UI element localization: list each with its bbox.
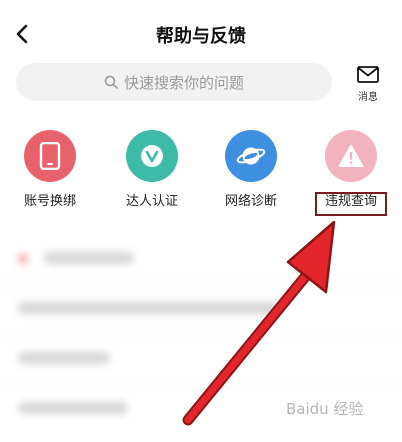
page-title: 帮助与反馈	[156, 26, 246, 47]
planet-icon	[236, 147, 266, 165]
watermark: Baidu 经验	[286, 400, 364, 418]
mail-icon	[357, 66, 379, 83]
entry-icon-circle	[126, 130, 178, 182]
entry-icon-circle	[225, 130, 277, 182]
entry-icon-circle	[325, 130, 377, 182]
search-input[interactable]: 快速搜索你的问题	[16, 63, 332, 101]
search-placeholder: 快速搜索你的问题	[123, 73, 244, 92]
section-dot	[18, 254, 28, 264]
entry-network-diagnosis[interactable]: 网络诊断	[206, 130, 296, 209]
entry-label: 网络诊断	[224, 194, 277, 209]
entry-icon-circle	[24, 130, 76, 182]
divider	[0, 284, 402, 285]
v-badge-icon	[141, 145, 163, 167]
messages-button[interactable]: 消息	[350, 66, 386, 103]
entry-label: 达人认证	[125, 194, 178, 209]
warning-icon	[338, 145, 364, 167]
header: 帮助与反馈	[0, 0, 402, 64]
blurred-row	[18, 302, 280, 314]
search-icon	[104, 75, 118, 89]
entry-label: 账号换绑	[23, 194, 76, 209]
entry-account-rebind[interactable]: 账号换绑	[5, 130, 95, 209]
phone-icon	[39, 142, 61, 170]
divider	[0, 384, 402, 385]
messages-label: 消息	[358, 92, 378, 103]
highlight-box	[315, 192, 387, 216]
blurred-row	[18, 402, 128, 414]
entry-talent-verify[interactable]: 达人认证	[107, 130, 197, 209]
divider	[0, 336, 402, 337]
blurred-row	[18, 352, 110, 364]
blurred-section-title	[44, 252, 134, 264]
